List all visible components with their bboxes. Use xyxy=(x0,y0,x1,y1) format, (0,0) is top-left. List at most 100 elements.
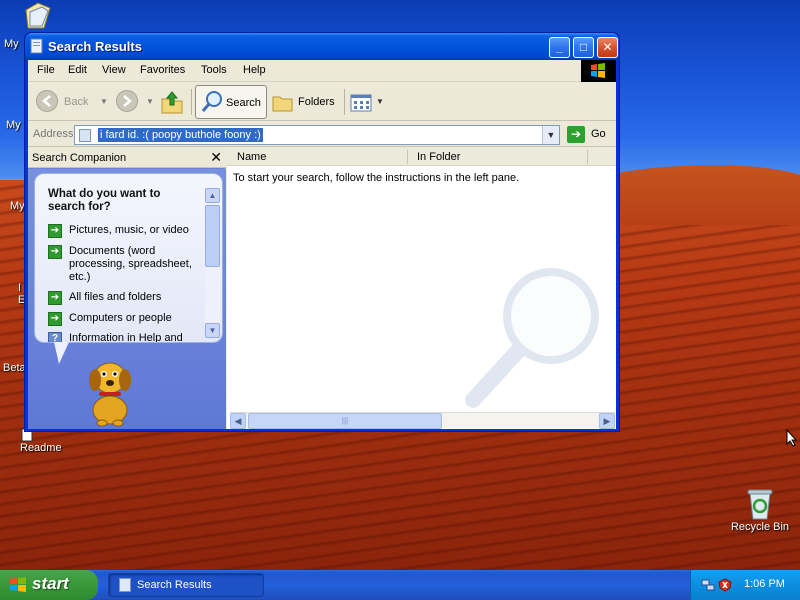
search-icon xyxy=(201,91,222,112)
windows-flag-icon xyxy=(10,577,26,592)
address-value[interactable]: i fard id. :( poopy buthole foony :) xyxy=(98,128,263,142)
scroll-thumb[interactable]: ||| xyxy=(248,413,442,429)
views-icon xyxy=(350,94,372,112)
start-label: start xyxy=(32,574,69,593)
close-button[interactable]: ✕ xyxy=(597,37,618,58)
search-window-icon xyxy=(30,38,43,54)
balloon-heading: What do you want to search for? xyxy=(48,188,161,213)
taskbar-item-search-results[interactable]: Search Results xyxy=(108,573,264,597)
scroll-left-icon[interactable]: ◀ xyxy=(230,413,246,429)
clock[interactable]: 1:06 PM xyxy=(744,578,785,590)
maximize-button[interactable]: □ xyxy=(573,37,594,58)
recycle-bin-label: Recycle Bin xyxy=(730,521,790,533)
recycle-bin-icon xyxy=(747,489,773,520)
search-window-icon xyxy=(119,578,131,592)
green-arrow-icon: ➔ xyxy=(48,312,62,326)
folders-button[interactable]: Folders xyxy=(272,86,338,118)
back-dropdown-icon[interactable]: ▼ xyxy=(100,97,108,106)
green-arrow-icon: ➔ xyxy=(48,224,62,238)
green-arrow-icon: ➔ xyxy=(48,245,62,259)
title-bar[interactable]: Search Results _ □ ✕ xyxy=(25,33,619,60)
menu-help[interactable]: Help xyxy=(243,64,266,76)
address-bar: Address i fard id. :( poopy buthole foon… xyxy=(28,122,616,147)
folders-label: Folders xyxy=(298,96,335,108)
balloon-tail xyxy=(54,342,69,364)
search-balloon: What do you want to search for? ➔ Pictur… xyxy=(34,173,223,343)
readme-label: Readme xyxy=(20,442,62,454)
views-dropdown-icon: ▼ xyxy=(376,97,384,106)
back-arrow-icon xyxy=(36,90,58,112)
desktop-icon-label[interactable]: My xyxy=(6,119,21,131)
toolbar-separator xyxy=(344,89,345,115)
address-input[interactable]: i fard id. :( poopy buthole foony :) ▼ xyxy=(74,125,560,145)
option-label: All files and folders xyxy=(69,291,162,303)
search-companion-body: What do you want to search for? ➔ Pictur… xyxy=(28,169,226,429)
option-label: Information in Help and xyxy=(69,332,183,343)
up-folder-button[interactable] xyxy=(160,86,186,118)
balloon-scrollbar[interactable]: ▲ ▼ xyxy=(205,188,220,338)
desktop-icon-label[interactable]: My xyxy=(4,38,19,50)
desktop-icon-label[interactable]: I xyxy=(18,282,21,294)
magnifier-watermark-icon xyxy=(465,268,599,408)
my-documents-icon[interactable] xyxy=(22,2,54,33)
scroll-thumb[interactable] xyxy=(205,205,220,267)
search-companion-title: Search Companion xyxy=(32,152,127,164)
search-label: Search xyxy=(226,97,261,109)
column-in-folder[interactable]: In Folder xyxy=(417,151,460,163)
column-divider[interactable] xyxy=(407,150,408,164)
menu-tools[interactable]: Tools xyxy=(201,64,227,76)
menu-edit[interactable]: Edit xyxy=(68,64,87,76)
search-button[interactable]: Search xyxy=(195,85,267,119)
option-label: Pictures, music, or video xyxy=(69,224,189,236)
forward-arrow-icon xyxy=(116,90,138,112)
security-alert-icon[interactable] xyxy=(718,578,732,592)
desktop-icon-label[interactable]: Beta xyxy=(3,362,26,374)
horizontal-scrollbar[interactable]: ◀ ||| ▶ xyxy=(230,412,615,429)
windows-logo-icon xyxy=(581,60,616,82)
forward-button[interactable]: ▼ xyxy=(116,86,156,118)
forward-dropdown-icon[interactable]: ▼ xyxy=(146,97,154,106)
results-pane: Name In Folder To start your search, fol… xyxy=(227,148,616,429)
back-button[interactable]: Back ▼ xyxy=(34,86,116,118)
scroll-down-icon[interactable]: ▼ xyxy=(205,323,220,338)
menu-favorites[interactable]: Favorites xyxy=(140,64,185,76)
system-tray: 1:06 PM xyxy=(690,570,800,600)
taskbar: start Search Results 1:06 PM xyxy=(0,570,800,600)
address-dropdown-icon[interactable]: ▼ xyxy=(542,126,559,144)
back-label: Back xyxy=(64,96,89,108)
scroll-up-icon[interactable]: ▲ xyxy=(205,188,220,203)
network-icon[interactable] xyxy=(701,578,715,592)
up-folder-icon xyxy=(161,91,183,114)
document-icon xyxy=(79,129,91,142)
column-divider[interactable] xyxy=(587,150,588,164)
minimize-button[interactable]: _ xyxy=(549,37,570,58)
toolbar: Back ▼ ▼ Search Folders ▼ xyxy=(28,83,616,121)
go-label: Go xyxy=(591,128,606,140)
green-arrow-icon: ➔ xyxy=(48,291,62,305)
menu-view[interactable]: View xyxy=(102,64,126,76)
mouse-cursor-icon xyxy=(786,429,798,447)
menu-bar: File Edit View Favorites Tools Help xyxy=(28,60,616,82)
column-header: Name In Folder xyxy=(227,148,616,166)
window-title: Search Results xyxy=(48,39,142,54)
search-companion-pane: Search Companion ✕ What do you want to s… xyxy=(28,148,226,429)
toolbar-separator xyxy=(191,89,192,115)
option-label: Computers or people xyxy=(69,312,172,324)
window-client: File Edit View Favorites Tools Help Back… xyxy=(28,60,616,429)
go-button[interactable]: ➔ Go xyxy=(567,125,612,145)
column-name[interactable]: Name xyxy=(237,151,266,163)
results-instructions: To start your search, follow the instruc… xyxy=(233,172,520,184)
start-button[interactable]: start xyxy=(0,570,98,600)
go-arrow-icon: ➔ xyxy=(567,126,585,143)
address-label: Address xyxy=(33,128,74,140)
search-companion-close-icon[interactable]: ✕ xyxy=(210,149,222,166)
folders-icon xyxy=(272,96,293,112)
scroll-right-icon[interactable]: ▶ xyxy=(599,413,615,429)
desktop-icon-label[interactable]: My xyxy=(10,200,25,212)
menu-file[interactable]: File xyxy=(37,64,55,76)
option-label: Documents (word processing, spreadsheet,… xyxy=(69,245,192,283)
rover-dog-icon[interactable] xyxy=(80,352,140,427)
views-button[interactable]: ▼ xyxy=(350,86,386,118)
taskbar-item-label: Search Results xyxy=(137,579,212,591)
recycle-bin-desktop-icon[interactable]: Recycle Bin xyxy=(730,487,790,533)
